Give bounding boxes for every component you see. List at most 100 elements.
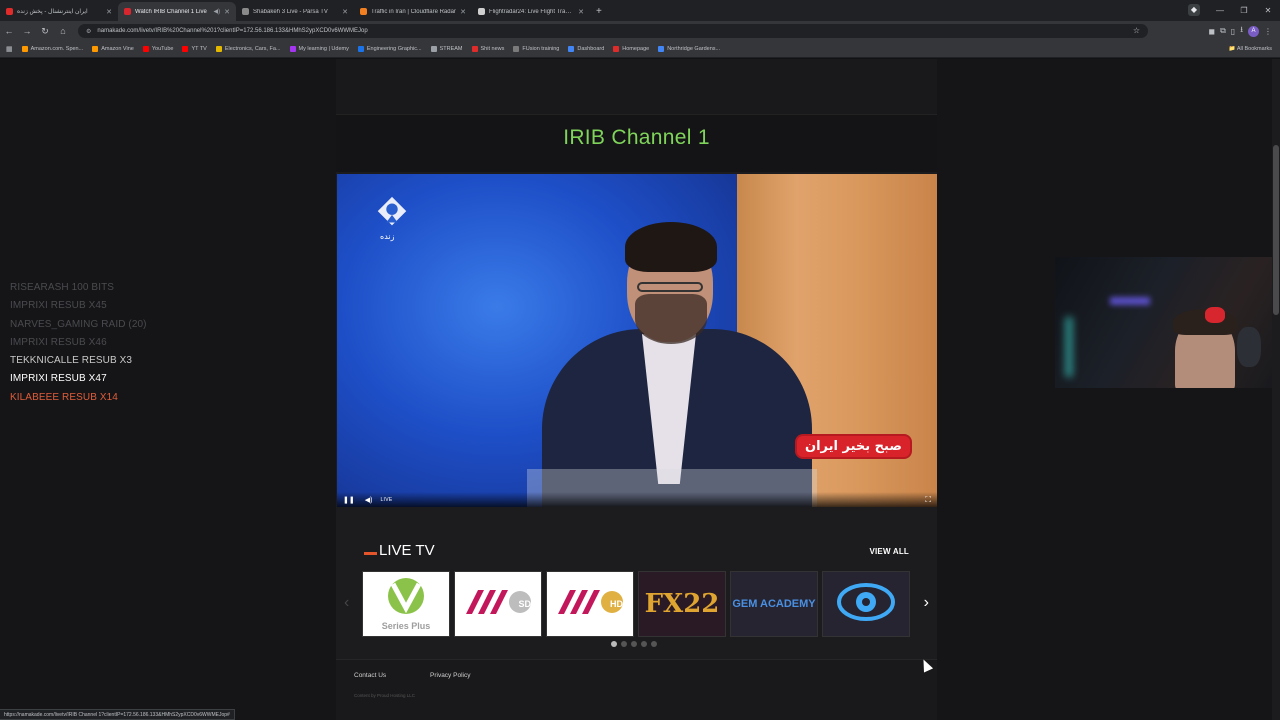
bookmark-favicon-icon xyxy=(289,46,296,52)
downloads-icon[interactable]: ⭳ xyxy=(1240,24,1243,38)
browser-tab[interactable]: Flightradar24: Live Flight Tracker ✕ xyxy=(472,2,590,21)
channel-card[interactable]: SD xyxy=(454,571,542,637)
bookmark-label: Amazon Vine xyxy=(101,46,134,52)
bookmark-star-icon[interactable]: ☆ xyxy=(1133,26,1140,35)
channel-card[interactable]: HD xyxy=(546,571,634,637)
pagination-dot[interactable] xyxy=(611,641,617,647)
channel-card[interactable]: Eye xyxy=(822,571,910,637)
tab-close-icon[interactable]: ✕ xyxy=(460,8,466,16)
tab-title: Flightradar24: Live Flight Tracker xyxy=(489,8,575,15)
video-player[interactable]: زنده صبح بخیر ایران ❚❚ ◀) LIVE ⛶ xyxy=(337,174,937,507)
carousel-prev-icon[interactable]: ‹ xyxy=(344,594,349,612)
profile-avatar[interactable]: A xyxy=(1248,25,1259,37)
stream-event-list: RISEARASH 100 BITS IMPRIXI RESUB X45 NARVE… xyxy=(10,279,147,407)
page-title: IRIB Channel 1 xyxy=(563,126,710,149)
bookmark-label: Dashboard xyxy=(577,46,605,52)
site-header xyxy=(336,59,937,115)
anchor-beard xyxy=(635,294,707,344)
bookmark-favicon-icon xyxy=(513,46,520,52)
tab-close-icon[interactable]: ✕ xyxy=(224,8,230,16)
scrollbar-thumb[interactable] xyxy=(1273,145,1279,315)
url-text: namakade.com/livetv/IRIB%20Channel%201?c… xyxy=(97,28,368,34)
reload-icon[interactable]: ↻ xyxy=(36,26,54,37)
bookmark-item[interactable]: FUsion training xyxy=(513,46,559,52)
channel-card[interactable]: GEM ACADEMY xyxy=(730,571,818,637)
forward-icon[interactable]: → xyxy=(18,26,36,36)
bookmark-item[interactable]: Northridge Gardens... xyxy=(658,46,720,52)
bookmark-favicon-icon xyxy=(613,46,620,52)
bookmark-item[interactable]: Dashboard xyxy=(568,46,604,52)
bookmark-favicon-icon xyxy=(142,46,149,52)
bookmark-item[interactable]: Shit news xyxy=(471,46,504,52)
stream-event-item: NARVES_GAMING RAID (20) xyxy=(10,318,147,330)
bookmark-label: Engineering Graphic... xyxy=(366,46,422,52)
address-bar[interactable]: ⚙ namakade.com/livetv/IRIB%20Channel%201… xyxy=(78,24,1148,38)
tab-close-icon[interactable]: ✕ xyxy=(578,8,584,16)
channel-card[interactable]: Series Plus xyxy=(362,571,450,637)
privacy-link[interactable]: Privacy Policy xyxy=(430,672,470,679)
bookmark-item[interactable]: Homepage xyxy=(613,46,649,52)
menu-icon[interactable]: ⋮ xyxy=(1264,27,1272,36)
home-icon[interactable]: ⌂ xyxy=(54,26,72,36)
program-badge: صبح بخیر ایران xyxy=(797,436,910,457)
tab-search-button[interactable]: ◆ xyxy=(1188,4,1200,16)
bookmark-label: Amazon.com. Spen... xyxy=(30,46,84,52)
apps-icon[interactable]: ▦ xyxy=(6,45,13,53)
page-scrollbar[interactable] xyxy=(1272,59,1280,720)
sidepanel-icon[interactable]: ▯ xyxy=(1231,27,1235,36)
tab-close-icon[interactable]: ✕ xyxy=(342,8,348,16)
bookmark-favicon-icon xyxy=(357,46,364,52)
all-bookmarks-button[interactable]: 📁 All Bookmarks xyxy=(1229,46,1272,52)
pagination-dot[interactable] xyxy=(651,641,657,647)
browser-tab[interactable]: Watch IRIB Channel 1 Live ◀) ✕ xyxy=(118,2,236,21)
browser-tab[interactable]: Traffic in Iran | Cloudflare Radar ✕ xyxy=(354,2,472,21)
volume-icon[interactable]: ◀) xyxy=(365,496,373,504)
bookmark-item[interactable]: Amazon Vine xyxy=(92,46,134,52)
bookmark-favicon-icon xyxy=(215,46,222,52)
pagination-dot[interactable] xyxy=(621,641,627,647)
channel-name: Series Plus xyxy=(381,621,431,631)
bookmark-item[interactable]: My learning | Udemy xyxy=(289,46,349,52)
channel-card[interactable]: FX22 xyxy=(638,571,726,637)
bookmark-list: Amazon.com. Spen... Amazon Vine YouTube YT … xyxy=(21,46,729,52)
new-tab-button[interactable]: + xyxy=(590,2,608,21)
browser-tab[interactable]: ایران اینترنشنال - پخش زنده ✕ xyxy=(0,2,118,21)
carousel-pagination xyxy=(611,641,657,647)
page-viewport: RISEARASH 100 BITS IMPRIXI RESUB X45 NARVE… xyxy=(0,59,1280,720)
view-all-link[interactable]: VIEW ALL xyxy=(869,547,909,556)
bookmark-item[interactable]: Electronics, Cars, Fa... xyxy=(215,46,281,52)
bookmark-favicon-icon xyxy=(658,46,665,52)
site-info-icon[interactable]: ⚙ xyxy=(86,28,91,35)
bookmark-item[interactable]: Amazon.com. Spen... xyxy=(21,46,84,52)
contact-link[interactable]: Contact Us xyxy=(354,672,386,679)
rgb-light xyxy=(1110,297,1150,305)
browser-tab[interactable]: Shabakeh 3 Live - Parsa TV ✕ xyxy=(236,2,354,21)
tab-favicon-icon xyxy=(478,8,485,15)
minimize-icon[interactable]: — xyxy=(1208,6,1232,15)
restore-icon[interactable]: ❐ xyxy=(1232,6,1256,15)
pagination-dot[interactable] xyxy=(631,641,637,647)
live-tv-label: LIVE TV xyxy=(379,542,435,559)
live-indicator: LIVE xyxy=(380,496,393,503)
extension-icon[interactable]: ⧉ xyxy=(1220,26,1226,36)
tab-title: Watch IRIB Channel 1 Live xyxy=(135,8,207,15)
extension-icon[interactable]: ◼ xyxy=(1208,27,1215,36)
channel-carousel: Series Plus SD HD FX22GEM ACADEMYEye xyxy=(362,571,910,637)
back-icon[interactable]: ← xyxy=(0,26,18,36)
pagination-dot[interactable] xyxy=(641,641,647,647)
headphones xyxy=(1237,327,1261,367)
channel-name: SD xyxy=(518,599,531,609)
bookmark-item[interactable]: YouTube xyxy=(142,46,173,52)
status-bar: https://namakade.com/livetv/IRIB Channel… xyxy=(0,709,235,720)
tab-close-icon[interactable]: ✕ xyxy=(106,8,112,16)
pause-icon[interactable]: ❚❚ xyxy=(343,496,355,504)
bookmark-item[interactable]: Engineering Graphic... xyxy=(357,46,422,52)
bookmark-item[interactable]: STREAM xyxy=(430,46,463,52)
bookmarks-bar: ▦ Amazon.com. Spen... Amazon Vine YouTube Y… xyxy=(0,41,1280,58)
close-window-icon[interactable]: ✕ xyxy=(1256,6,1280,15)
live-caption: زنده xyxy=(380,232,395,241)
bookmark-item[interactable]: YT TV xyxy=(182,46,207,52)
fullscreen-icon[interactable]: ⛶ xyxy=(925,495,931,505)
carousel-next-icon[interactable]: › xyxy=(924,594,929,612)
tab-audio-icon[interactable]: ◀) xyxy=(214,8,221,15)
